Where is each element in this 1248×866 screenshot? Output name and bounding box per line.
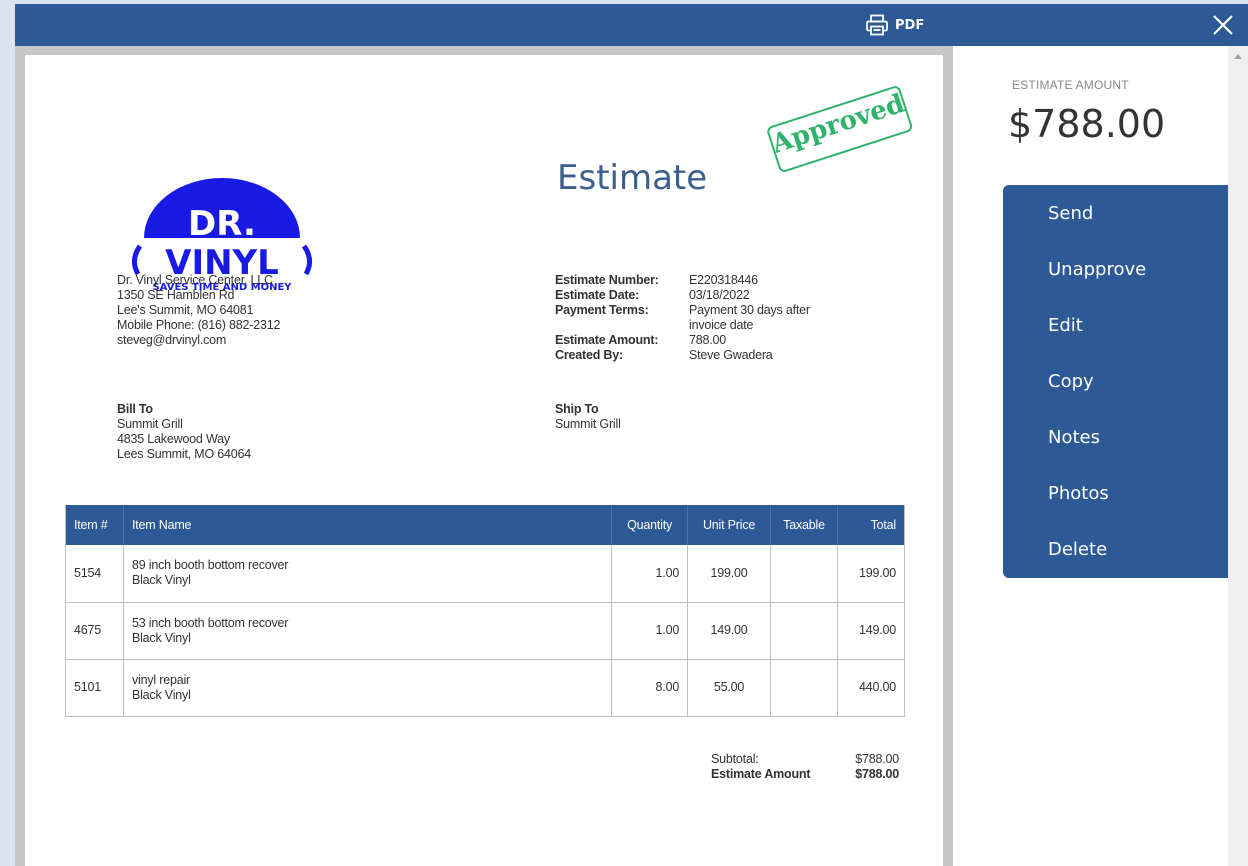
cell-taxable: [770, 659, 838, 717]
scroll-up-icon[interactable]: [1234, 54, 1242, 59]
cell-qty: 1.00: [611, 545, 688, 603]
col-item-name: Item Name: [122, 505, 612, 545]
meta-label: Payment Terms:: [555, 303, 649, 317]
company-phone: Mobile Phone: (816) 882-2312: [117, 318, 281, 332]
photos-button[interactable]: Photos: [1003, 475, 1228, 531]
item-desc: Black Vinyl: [131, 573, 191, 588]
cell-price: 199.00: [687, 545, 771, 603]
item-name: 53 inch booth bottom recover: [131, 615, 289, 630]
meta-value: Payment 30 days after invoice date: [689, 303, 810, 332]
items-table: Item # Item Name Quantity Unit Price Tax…: [65, 505, 906, 717]
unapprove-button[interactable]: Unapprove: [1003, 251, 1228, 307]
meta-label: Created By:: [555, 348, 623, 362]
meta-row: Created By: Steve Gwadera: [555, 348, 839, 363]
item-name: 89 inch booth bottom recover: [131, 558, 289, 573]
item-desc: Black Vinyl: [131, 687, 191, 702]
close-button[interactable]: [1210, 12, 1236, 38]
col-total: Total: [836, 505, 906, 545]
col-taxable: Taxable: [770, 505, 838, 545]
cell-price: 149.00: [687, 602, 771, 660]
document-title: Estimate: [557, 158, 708, 198]
notes-button[interactable]: Notes: [1003, 419, 1228, 475]
estimate-meta: Estimate Number: E220318446 Estimate Dat…: [555, 273, 839, 363]
cell-name: 89 inch booth bottom recover Black Vinyl: [122, 545, 612, 603]
table-header: Item # Item Name Quantity Unit Price Tax…: [65, 505, 906, 545]
subtotal-label: Subtotal:: [711, 752, 759, 766]
estimate-amount-row: Estimate Amount $788.00: [711, 767, 899, 782]
subtotal-value: $788.00: [855, 752, 899, 766]
meta-value: Steve Gwadera: [689, 348, 773, 362]
company-email: steveg@drvinyl.com: [117, 333, 227, 347]
meta-label: Estimate Date:: [555, 288, 640, 302]
table-row: 5101 vinyl repair Black Vinyl 8.00 55.00 …: [65, 659, 906, 717]
col-quantity: Quantity: [611, 505, 688, 545]
printer-icon: [866, 14, 888, 36]
delete-button[interactable]: Delete: [1003, 531, 1228, 587]
cell-price: 55.00: [687, 659, 771, 717]
bill-to-city: Lees Summit, MO 64064: [117, 447, 252, 461]
cell-total: 149.00: [836, 602, 906, 660]
approved-stamp: Approved: [755, 64, 925, 196]
action-menu: Send Unapprove Edit Copy Notes Photos De…: [1003, 185, 1228, 578]
ship-to: Ship To Summit Grill: [555, 402, 621, 432]
estimate-amount-label: Estimate Amount: [711, 767, 811, 781]
logo-line1: DR.: [188, 204, 256, 244]
bill-to-street: 4835 Lakewood Way: [117, 432, 230, 446]
cell-total: 199.00: [836, 545, 906, 603]
meta-row: Estimate Number: E220318446: [555, 273, 839, 288]
company-name: Dr. Vinyl Service Center, LLC: [117, 273, 273, 287]
meta-label: Estimate Number:: [555, 273, 659, 287]
cell-item: 5101: [65, 659, 124, 717]
meta-row: Estimate Amount: 788.00: [555, 333, 839, 348]
meta-value: 03/18/2022: [689, 288, 750, 302]
estimate-amount-value: $788.00: [1008, 102, 1166, 146]
company-info: Dr. Vinyl Service Center, LLC 1350 SE Ha…: [117, 273, 280, 348]
cell-total: 440.00: [836, 659, 906, 717]
cell-qty: 1.00: [611, 602, 688, 660]
cell-item: 4675: [65, 602, 124, 660]
cell-name: vinyl repair Black Vinyl: [122, 659, 612, 717]
scrollbar[interactable]: [1228, 46, 1248, 866]
cell-item: 5154: [65, 545, 124, 603]
meta-value: E220318446: [689, 273, 758, 287]
col-item-number: Item #: [65, 505, 124, 545]
cell-name: 53 inch booth bottom recover Black Vinyl: [122, 602, 612, 660]
meta-row: Payment Terms: Payment 30 days after inv…: [555, 303, 839, 333]
estimate-amount-value: $788.00: [855, 767, 899, 781]
ship-to-name: Summit Grill: [555, 417, 621, 431]
subtotal-row: Subtotal: $788.00: [711, 752, 899, 767]
send-button[interactable]: Send: [1003, 195, 1228, 251]
bill-to-name: Summit Grill: [117, 417, 183, 431]
ship-to-label: Ship To: [555, 402, 599, 416]
cell-qty: 8.00: [611, 659, 688, 717]
totals: Subtotal: $788.00 Estimate Amount $788.0…: [711, 752, 899, 782]
meta-row: Estimate Date: 03/18/2022: [555, 288, 839, 303]
meta-value: 788.00: [689, 333, 727, 347]
company-street: 1350 SE Hamblen Rd: [117, 288, 235, 302]
close-icon: [1213, 15, 1233, 35]
estimate-document: DR. VINYL SAVES TIME AND MONEY Estimate …: [25, 55, 943, 866]
meta-label: Estimate Amount:: [555, 333, 659, 347]
bill-to: Bill To Summit Grill 4835 Lakewood Way L…: [117, 402, 251, 462]
item-desc: Black Vinyl: [131, 630, 191, 645]
cell-taxable: [770, 602, 838, 660]
bill-to-label: Bill To: [117, 402, 153, 416]
item-name: vinyl repair: [131, 672, 191, 687]
company-city: Lee's Summit, MO 64081: [117, 303, 254, 317]
estimate-amount-label: ESTIMATE AMOUNT: [1012, 78, 1129, 92]
table-row: 5154 89 inch booth bottom recover Black V…: [65, 545, 906, 603]
copy-button[interactable]: Copy: [1003, 363, 1228, 419]
table-row: 4675 53 inch booth bottom recover Black V…: [65, 602, 906, 660]
pdf-label: PDF: [895, 17, 925, 33]
edit-button[interactable]: Edit: [1003, 307, 1228, 363]
col-unit-price: Unit Price: [687, 505, 771, 545]
pdf-button[interactable]: PDF: [865, 13, 924, 37]
cell-taxable: [770, 545, 838, 603]
top-toolbar: PDF: [15, 4, 1248, 46]
